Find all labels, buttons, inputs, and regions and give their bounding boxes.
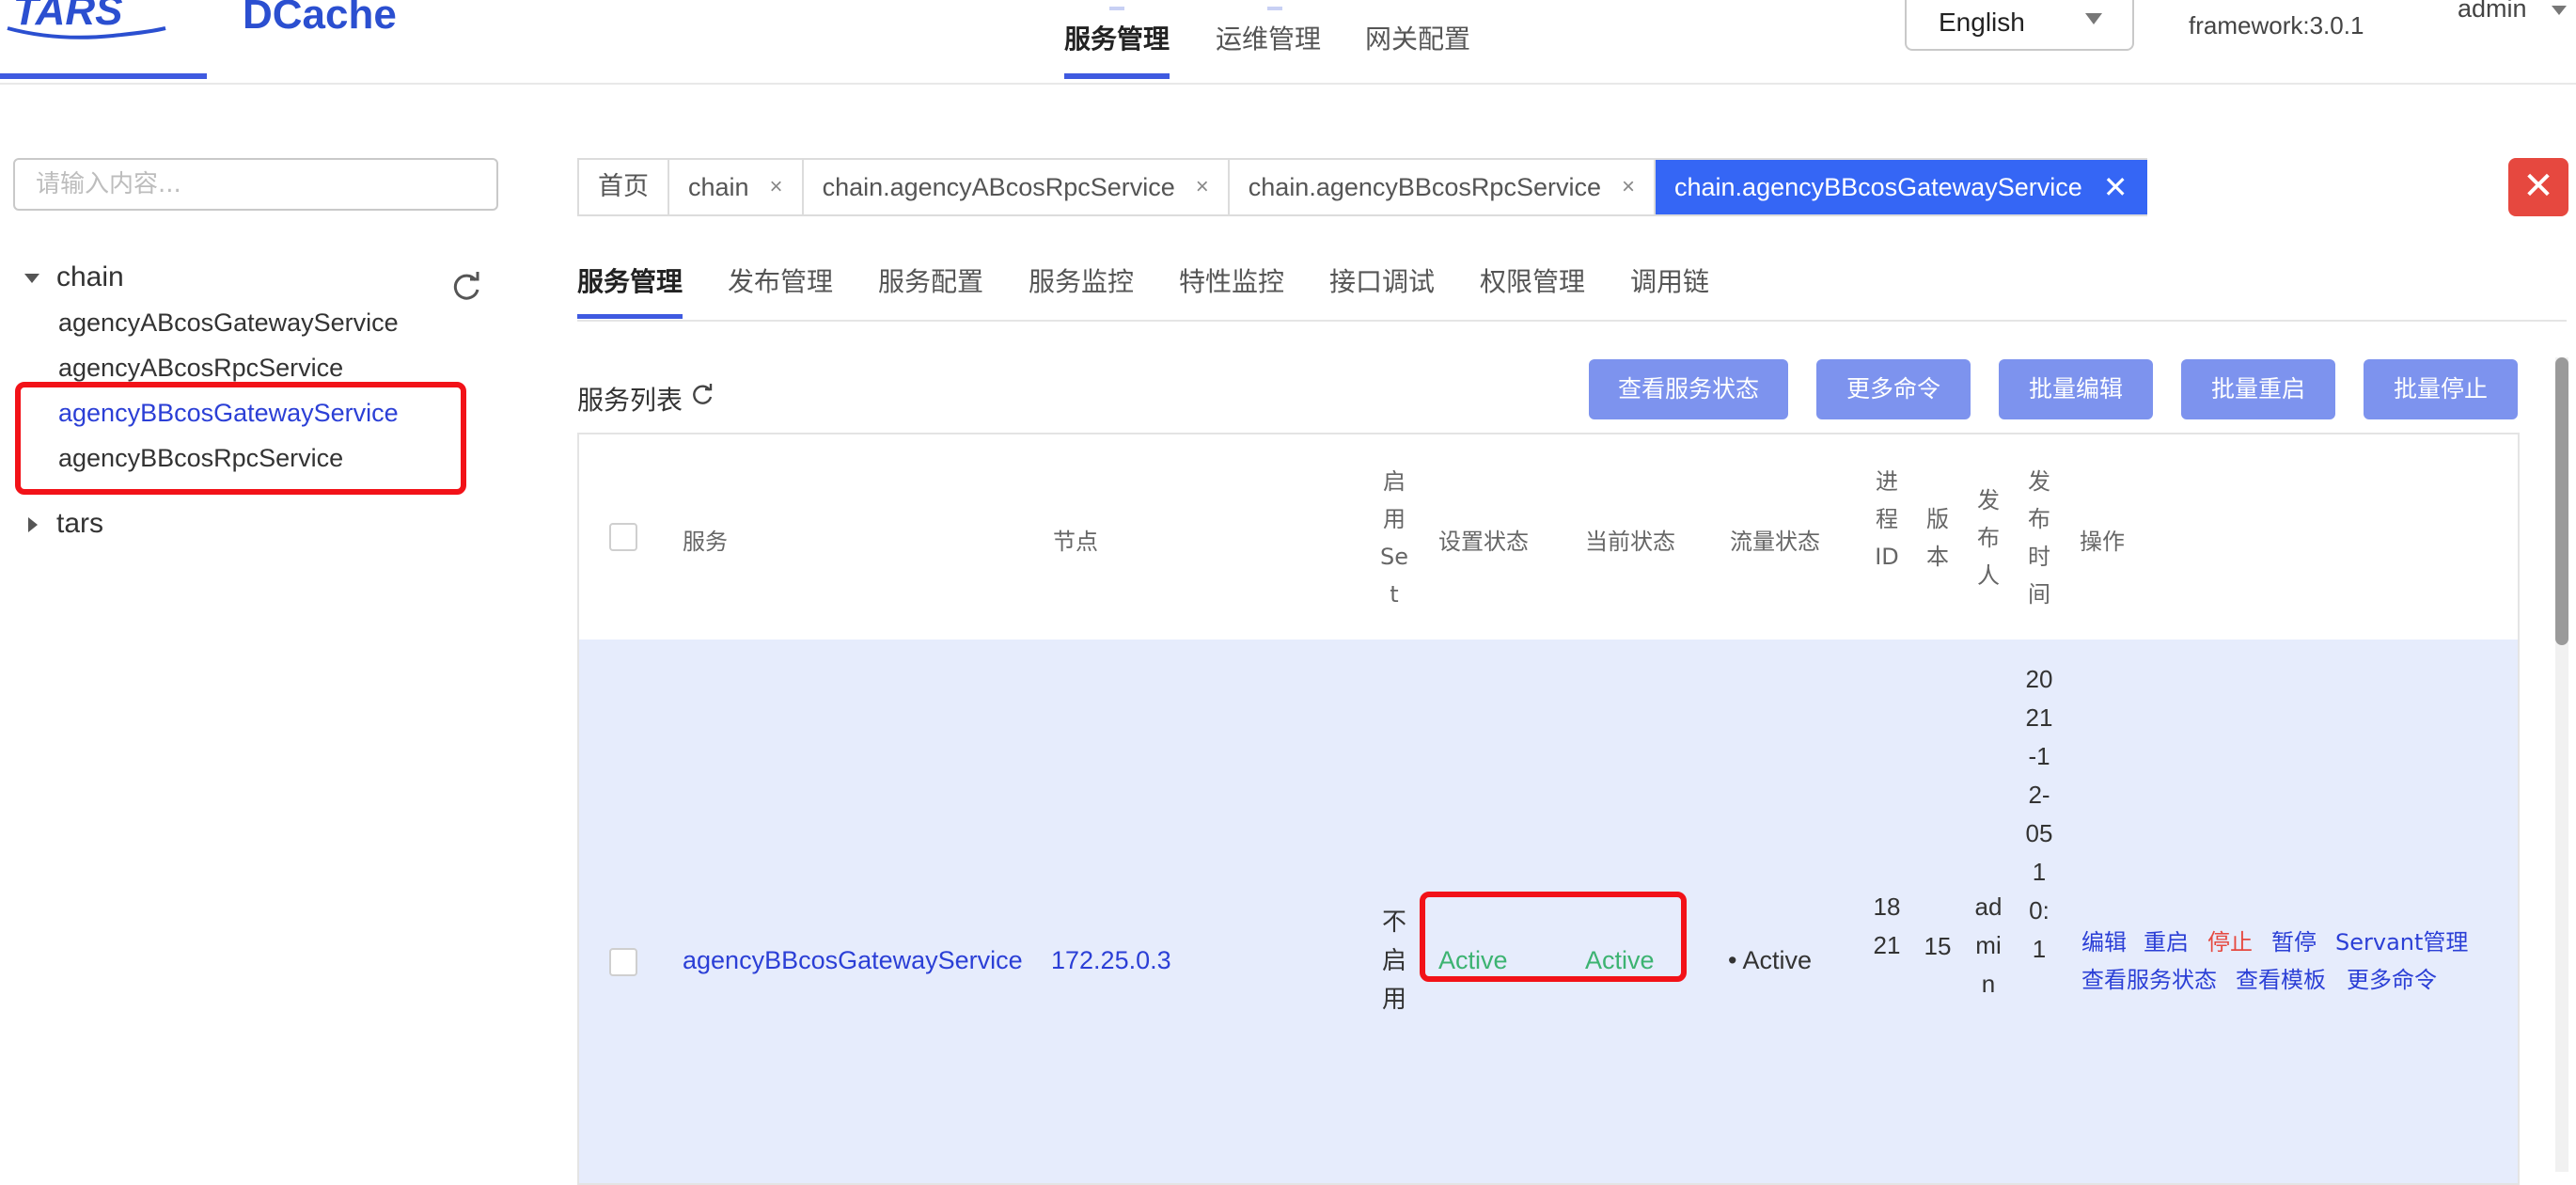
column-header-publish-time: 发布时间 [2028,468,2050,608]
stop-link[interactable]: 停止 [2207,924,2253,956]
user-menu-chevron-icon[interactable] [2552,6,2567,15]
enable-set-value: 不启用 [1381,908,1406,1013]
tab-chain-agencyBBcosRpcService[interactable]: chain.agencyBBcosRpcService × [1230,160,1656,214]
service-list-title: 服务列表 [577,385,683,416]
column-header-traffic-status: 流量状态 [1730,529,1820,555]
tars-logo[interactable]: TARS [0,0,207,41]
chevron-down-icon [2085,13,2102,24]
subtab-service-monitor[interactable]: 服务监控 [1029,261,1134,299]
scrollbar-thumb[interactable] [2555,357,2568,645]
tab-chain[interactable]: chain × [669,160,804,214]
caret-down-icon[interactable] [24,274,39,283]
select-all-checkbox[interactable] [609,523,637,551]
tree-node-tars[interactable]: tars [56,508,103,540]
tab-label: chain.agencyABcosRpcService [822,173,1175,201]
tree-search-input[interactable] [13,158,498,211]
batch-stop-button[interactable]: 批量停止 [2364,359,2518,419]
column-header-enable-set: 启用Set [1380,468,1408,608]
tars-logo-graphic: TARS [7,0,166,40]
tab-label: chain.agencyBBcosGatewayService [1674,173,2082,201]
language-select[interactable]: English [1905,0,2134,51]
subtab-call-chain[interactable]: 调用链 [1630,261,1709,299]
tab-label: chain [688,173,749,201]
topnav-ops-management[interactable]: 运维管理 [1216,21,1321,58]
column-header-version: 版本 [1926,506,1949,570]
topnav-gateway-config[interactable]: 网关配置 [1365,21,1470,58]
version-value: 15 [1924,932,1952,960]
column-header-node: 节点 [1053,529,1098,555]
subtab-feature-monitor[interactable]: 特性监控 [1179,261,1284,299]
node-ip-link[interactable]: 172.25.0.3 [1051,946,1171,975]
batch-edit-button[interactable]: 批量编辑 [1999,359,2153,419]
tars-logo-text: TARS [13,0,123,34]
publish-time-value: 2021-12-0510:1 [2025,665,2053,963]
pause-link[interactable]: 暂停 [2271,924,2317,956]
annotation-highlight-box [15,382,466,495]
language-select-value: English [1939,8,2025,37]
framework-version: framework:3.0.1 [2189,11,2364,40]
tab-chain-agencyABcosRpcService[interactable]: chain.agencyABcosRpcService × [804,160,1230,214]
tabs-bar: 首页 chain × chain.agencyABcosRpcService × c… [577,158,2147,216]
subtab-active-underline [577,314,683,319]
annotation-highlight-box [1420,892,1687,982]
subtab-permission-management[interactable]: 权限管理 [1480,261,1585,299]
table-row: agencyBBcosGatewayService 172.25.0.3 不启用… [579,640,2518,1183]
restart-link[interactable]: 重启 [2144,924,2189,956]
top-header: TARS DCache 服务管理 运维管理 网关配置 English frame… [0,0,2576,85]
tab-label: chain.agencyBBcosRpcService [1248,173,1601,201]
column-header-operations: 操作 [2080,529,2125,555]
subtab-publish-management[interactable]: 发布管理 [728,261,833,299]
view-template-link[interactable]: 查看模板 [2236,961,2326,994]
batch-restart-button[interactable]: 批量重启 [2181,359,2335,419]
close-all-tabs-button[interactable]: ✕ [2508,158,2568,216]
tab-chain-agencyBBcosGatewayService[interactable]: chain.agencyBBcosGatewayService ✕ [1656,160,2147,214]
dcache-logo[interactable]: DCache [243,0,431,41]
row-checkbox[interactable] [609,948,637,976]
tree-leaf-agencyABcosGatewayService[interactable]: agencyABcosGatewayService [58,308,399,338]
traffic-status-value: • Active [1728,946,1812,974]
caret-right-icon[interactable] [28,517,38,532]
view-service-status-button[interactable]: 查看服务状态 [1589,359,1788,419]
service-name-link[interactable]: agencyBBcosGatewayService [683,946,1023,975]
column-header-set-status: 设置状态 [1438,529,1529,555]
close-icon[interactable]: × [1622,160,1635,214]
refresh-icon[interactable] [451,271,483,303]
tars-logo-underline [0,73,207,79]
topnav-service-management[interactable]: 服务管理 [1064,21,1170,58]
tree-node-chain[interactable]: chain [56,261,124,293]
refresh-icon[interactable] [692,384,715,406]
view-service-status-link[interactable]: 查看服务状态 [2081,961,2217,994]
dcache-logo-text: DCache [243,0,397,38]
edit-link[interactable]: 编辑 [2081,924,2127,956]
close-icon[interactable]: ✕ [2103,160,2128,214]
table-header: 服务 节点 启用Set 设置状态 当前状态 流量状态 进程ID 版本 发布人 发… [579,434,2518,641]
topnav-active-underline [1064,73,1170,79]
close-icon[interactable]: × [770,160,783,214]
close-icon[interactable]: × [1196,160,1209,214]
user-menu[interactable]: admin [2458,0,2527,24]
tab-home[interactable]: 首页 [579,160,669,214]
pid-value: 1821 [1873,893,1901,959]
subtab-service-config[interactable]: 服务配置 [878,261,983,299]
column-header-publisher: 发布人 [1977,487,2000,589]
column-header-pid: 进程ID [1875,468,1899,570]
dcache-logo-graphic: DCache [243,0,397,38]
subtab-interface-debug[interactable]: 接口调试 [1329,261,1435,299]
nav-icons-partial [1109,0,1297,10]
column-header-current-status: 当前状态 [1585,529,1675,555]
subtabs: 服务管理 发布管理 服务配置 服务监控 特性监控 接口调试 权限管理 调用链 [577,243,2567,322]
tab-label: 首页 [598,172,649,201]
tree-leaf-agencyABcosRpcService[interactable]: agencyABcosRpcService [58,354,343,383]
more-commands-button[interactable]: 更多命令 [1816,359,1971,419]
more-commands-link[interactable]: 更多命令 [2347,961,2437,994]
service-table: 服务 节点 启用Set 设置状态 当前状态 流量状态 进程ID 版本 发布人 发… [577,433,2520,1185]
column-header-service: 服务 [683,529,728,555]
servant-management-link[interactable]: Servant管理 [2335,924,2468,956]
publisher-value: admin [1974,893,2003,998]
subtab-service-management[interactable]: 服务管理 [577,261,683,299]
